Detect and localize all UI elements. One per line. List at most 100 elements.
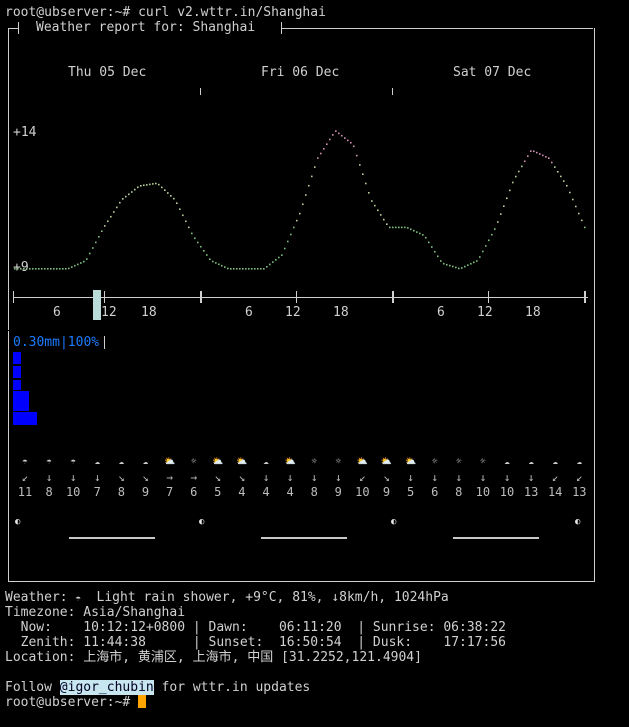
follow-prefix: Follow	[5, 680, 52, 695]
temperature-point	[416, 231, 418, 233]
temperature-point	[122, 198, 124, 200]
temperature-point	[479, 256, 481, 258]
daylight-bar	[69, 537, 155, 539]
temperature-point	[389, 226, 391, 229]
dusk-value: 17:17:56	[443, 635, 506, 650]
temperature-point	[251, 268, 253, 270]
partly-cloudy-icon: ⛅	[236, 457, 248, 467]
hour-label: 6	[437, 305, 445, 320]
temperature-point	[422, 234, 424, 236]
rain-shower-icon: ☂	[46, 457, 52, 467]
wind-direction-arrow: ↘	[383, 471, 390, 484]
temperature-point	[134, 188, 136, 191]
wind-speed-value: 4	[286, 485, 294, 499]
temperature-point	[155, 182, 157, 185]
twitter-handle-link[interactable]: @igor_chubin	[59, 680, 154, 695]
wind-speed-value: 13	[572, 485, 587, 499]
wind-speed-value: 5	[214, 485, 222, 499]
hour-label: 18	[141, 305, 157, 320]
now-line: Now: 10:12:12+0800 | Dawn: 06:11:20 | Su…	[20, 620, 506, 635]
temperature-point	[53, 268, 55, 270]
temperature-point	[521, 165, 523, 168]
temperature-point	[125, 195, 127, 198]
moon-phase-icon: ◐	[391, 517, 397, 527]
temperature-point	[371, 200, 373, 202]
timeline-tick	[13, 291, 14, 303]
temperature-point	[44, 268, 46, 270]
temperature-point	[290, 233, 292, 236]
cloud-icon: ☁	[504, 457, 510, 467]
temperature-point	[206, 254, 208, 256]
temperature-point	[137, 186, 139, 189]
temperature-point	[248, 268, 250, 270]
temperature-point	[149, 183, 151, 186]
temperature-point	[380, 214, 382, 216]
precip-bar	[13, 380, 21, 390]
temperature-point	[584, 226, 586, 229]
temperature-point	[83, 260, 85, 263]
precip-bar	[13, 352, 21, 364]
dawn-value: 06:11:20	[278, 620, 342, 635]
partly-cloudy-icon: ⛅	[356, 457, 368, 467]
follow-line: Follow @igor_chubin for wttr.in updates	[5, 680, 310, 695]
weather-label: Weather:	[5, 590, 68, 605]
sun-icon: ☼	[190, 457, 197, 467]
terminal-cursor[interactable]	[138, 695, 147, 708]
temperature-point	[557, 171, 559, 173]
temperature-point	[404, 226, 406, 229]
temperature-point	[524, 160, 526, 163]
partly-cloudy-icon: ⛅	[163, 457, 176, 467]
temperature-point	[311, 175, 313, 178]
wind-speed-value: 8	[455, 485, 463, 499]
temperature-point	[263, 268, 265, 270]
temperature-point	[458, 267, 460, 270]
temperature-point	[431, 246, 433, 248]
temperature-point	[401, 226, 403, 229]
wind-speed-value: 11	[17, 485, 33, 499]
sun-icon: ☼	[480, 457, 486, 467]
hour-label: 6	[245, 305, 253, 320]
temperature-point	[104, 225, 106, 227]
temperature-point	[554, 166, 556, 168]
temperature-point	[275, 259, 277, 261]
wind-speed-value: 8	[117, 485, 125, 499]
temperature-point	[356, 154, 358, 157]
wind-direction-arrow: ↓	[334, 471, 342, 484]
temperature-point	[305, 194, 307, 196]
wind-direction-arrow: ↓	[503, 471, 511, 484]
temperature-point	[203, 250, 205, 252]
temperature-point	[101, 230, 103, 232]
cloud-icon: ☁	[528, 457, 534, 467]
temperature-point	[461, 267, 463, 269]
sunset-label: Sunset:	[208, 635, 264, 650]
temperature-point	[26, 268, 28, 270]
rain-shower-icon: ☂	[22, 457, 28, 467]
temperature-point	[74, 264, 76, 267]
sun-icon: ☼	[311, 457, 317, 467]
temperature-point	[227, 267, 229, 270]
temperature-point	[470, 263, 472, 265]
temperature-point	[20, 268, 22, 270]
temperature-point	[395, 226, 397, 229]
wind-direction-arrow: →	[166, 471, 173, 484]
temperature-point	[326, 143, 328, 145]
temperature-point	[32, 268, 34, 270]
temperature-point	[176, 202, 178, 204]
temperature-point	[278, 256, 280, 259]
temperature-point	[29, 268, 31, 270]
wind-direction-arrow: →	[190, 471, 197, 484]
temperature-point	[314, 166, 316, 168]
rain-shower-icon: ☂	[70, 457, 76, 467]
partly-cloudy-icon: ⛅	[284, 457, 296, 467]
temperature-point	[14, 268, 16, 270]
timezone-value: Asia/Shanghai	[83, 605, 186, 620]
hour-label: 18	[525, 305, 541, 320]
wind-speed-value: 9	[141, 485, 150, 499]
temperature-point	[143, 184, 145, 187]
temperature-point	[224, 266, 226, 268]
temperature-point	[428, 241, 430, 244]
temperature-point	[191, 232, 193, 235]
wind-speed-value: 5	[406, 485, 415, 499]
temperature-point	[284, 247, 286, 250]
temperature-point	[170, 195, 172, 197]
